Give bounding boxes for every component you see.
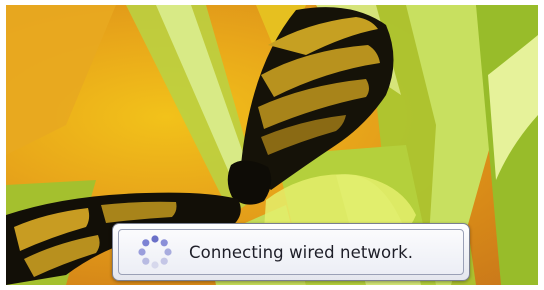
notification-message: Connecting wired network. xyxy=(189,242,414,262)
tv-screen: Connecting wired network. xyxy=(6,5,538,285)
notification-panel: Connecting wired network. xyxy=(118,229,464,275)
network-status-notification: Connecting wired network. xyxy=(112,223,470,281)
loading-spinner-icon xyxy=(135,232,175,272)
